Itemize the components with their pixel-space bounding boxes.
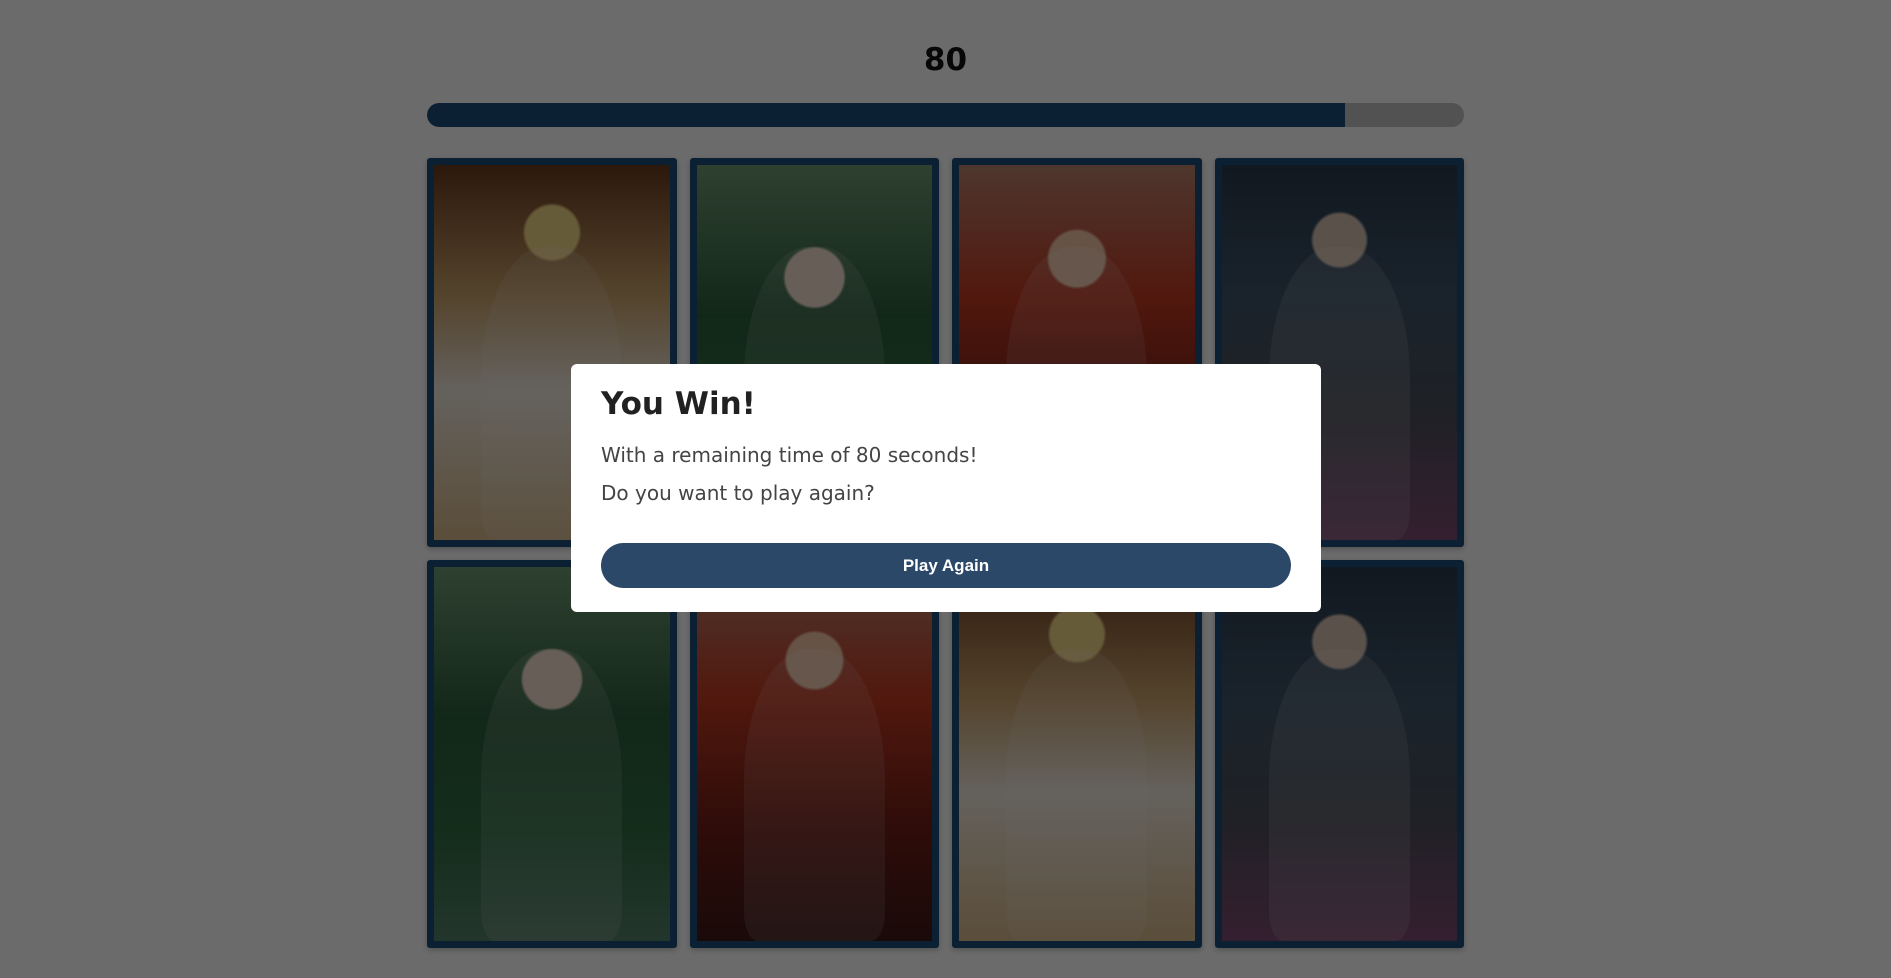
win-dialog: You Win! With a remaining time of 80 sec… [571, 364, 1321, 612]
remaining-time-message: With a remaining time of 80 seconds! [601, 443, 978, 468]
play-again-button[interactable]: Play Again [601, 543, 1291, 588]
play-again-question: Do you want to play again? [601, 481, 875, 506]
dialog-title: You Win! [601, 386, 756, 422]
